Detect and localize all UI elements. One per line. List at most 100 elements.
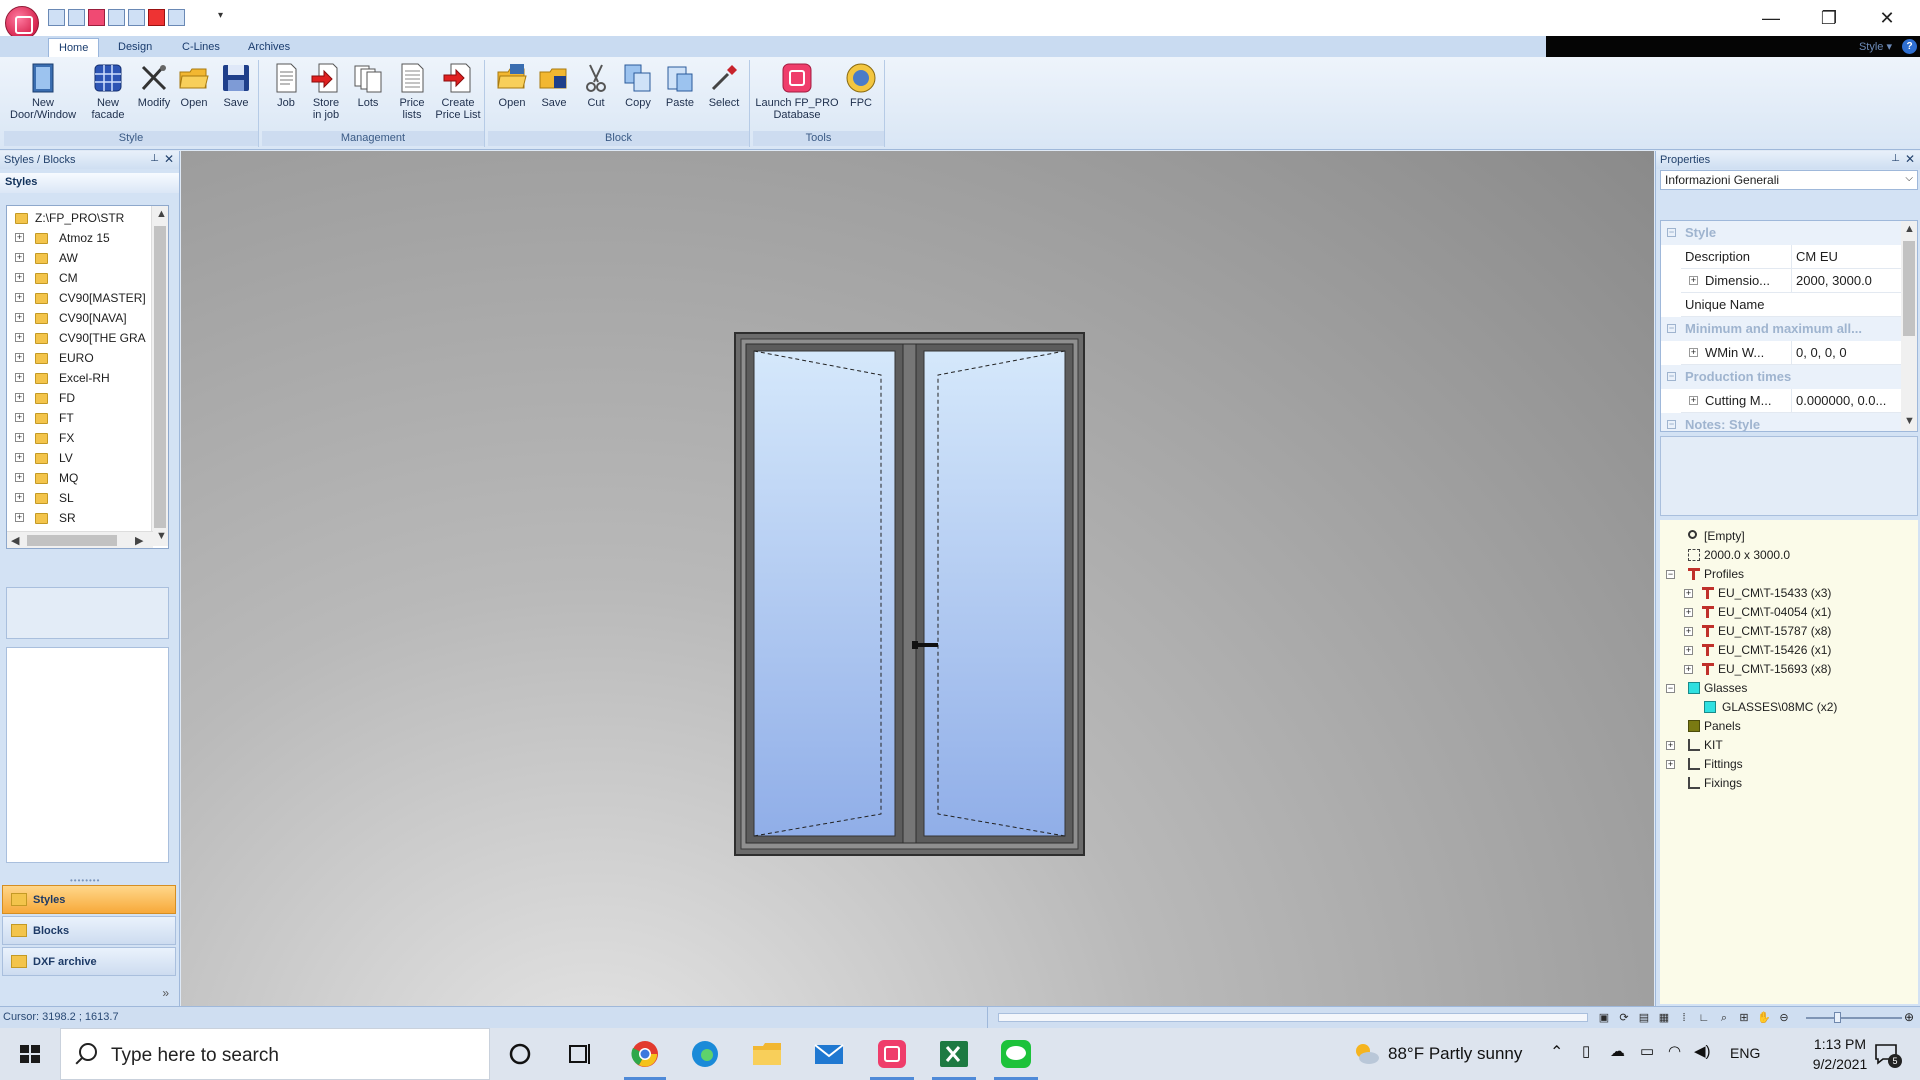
tree-panels[interactable]: Panels — [1688, 717, 1741, 736]
maximize-button[interactable]: ❐ — [1800, 0, 1858, 36]
show-hidden-icons-chevron[interactable]: ⌃ — [1550, 1042, 1563, 1062]
scroll-thumb-horizontal[interactable] — [27, 535, 117, 546]
block-save-button[interactable]: Save — [534, 62, 574, 109]
expand-icon[interactable]: + — [1689, 276, 1698, 285]
minimize-button[interactable]: — — [1742, 0, 1800, 36]
tree-item[interactable]: + LV — [7, 448, 153, 468]
tree-kit[interactable]: + KIT — [1666, 736, 1723, 755]
expand-icon[interactable]: + — [15, 413, 24, 422]
nav-blocks-button[interactable]: Blocks — [2, 916, 176, 945]
scroll-up-icon[interactable]: ▲ — [1904, 223, 1915, 235]
style-open-button[interactable]: Open — [174, 62, 214, 109]
collapse-icon[interactable]: − — [1667, 324, 1676, 333]
more-options-chevron-icon[interactable]: » — [162, 986, 169, 1000]
tree-root[interactable]: Z:\FP_PRO\STR — [7, 208, 157, 228]
redraw-icon[interactable]: ⟳ — [1616, 1011, 1632, 1025]
tree-vertical-scrollbar[interactable]: ▲ ▼ — [151, 206, 168, 546]
grid-icon[interactable]: ▦ — [1656, 1011, 1672, 1025]
qat-new-icon[interactable] — [48, 9, 65, 26]
cut-button[interactable]: Cut — [576, 62, 616, 109]
tree-item[interactable]: + MQ — [7, 468, 153, 488]
fpc-button[interactable]: FPC — [841, 62, 881, 109]
copy-button[interactable]: Copy — [618, 62, 658, 109]
expand-icon[interactable]: + — [15, 333, 24, 342]
file-explorer-icon[interactable] — [750, 1038, 784, 1070]
tab-design[interactable]: Design — [108, 38, 162, 57]
category-min-max[interactable]: − Minimum and maximum all... — [1661, 317, 1901, 341]
tree-item[interactable]: + SL — [7, 488, 153, 508]
property-grid-scrollbar[interactable]: ▲ ▼ — [1901, 221, 1917, 431]
expand-icon[interactable]: + — [15, 493, 24, 502]
scroll-down-icon[interactable]: ▼ — [1904, 415, 1915, 427]
expand-icon[interactable]: + — [15, 453, 24, 462]
expand-icon[interactable]: + — [1666, 760, 1675, 769]
cortana-icon[interactable] — [503, 1038, 537, 1070]
zoom-slider-track[interactable] — [1806, 1017, 1902, 1019]
tree-item[interactable]: + FX — [7, 428, 153, 448]
speaker-icon[interactable]: ◀) — [1694, 1042, 1711, 1062]
prop-row-unique-name[interactable]: Unique Name — [1681, 293, 1901, 317]
prop-row-dimension[interactable]: + Dimensio... 2000, 3000.0 — [1681, 269, 1901, 293]
expand-icon[interactable]: + — [15, 373, 24, 382]
close-panel-icon[interactable]: ✕ — [164, 152, 174, 166]
expand-icon[interactable]: + — [1666, 741, 1675, 750]
tree-profile-item[interactable]: + EU_CM\T-15426 (x1) — [1684, 641, 1831, 660]
scroll-down-icon[interactable]: ▼ — [156, 530, 167, 542]
collapse-icon[interactable]: − — [1666, 570, 1675, 579]
tree-item[interactable]: + EURO — [7, 348, 153, 368]
close-button[interactable]: ✕ — [1858, 0, 1916, 36]
tree-empty[interactable]: [Empty] — [1688, 527, 1745, 546]
nav-styles-button[interactable]: Styles — [2, 885, 176, 914]
expand-icon[interactable]: + — [1684, 589, 1693, 598]
language-indicator[interactable]: ENG — [1730, 1045, 1760, 1065]
tree-profile-item[interactable]: + EU_CM\T-15787 (x8) — [1684, 622, 1831, 641]
chrome-icon[interactable] — [628, 1038, 662, 1070]
expand-icon[interactable]: + — [15, 473, 24, 482]
scroll-thumb[interactable] — [1903, 241, 1915, 336]
properties-close-icon[interactable]: ✕ — [1905, 152, 1915, 166]
job-button[interactable]: Job — [266, 62, 306, 109]
tree-item[interactable]: + SR — [7, 508, 153, 528]
prop-row-wmin[interactable]: + WMin W... 0, 0, 0, 0 — [1681, 341, 1901, 365]
scroll-up-icon[interactable]: ▲ — [156, 208, 167, 220]
tree-item[interactable]: + FD — [7, 388, 153, 408]
expand-icon[interactable]: + — [1684, 608, 1693, 617]
new-door-window-button[interactable]: New Door/Window — [10, 62, 76, 121]
zoom-out-icon[interactable]: ⊖ — [1776, 1011, 1792, 1025]
prop-row-description[interactable]: Description CM EU — [1681, 245, 1901, 269]
tree-item[interactable]: + CV90[THE GRA — [7, 328, 153, 348]
expand-icon[interactable]: + — [15, 273, 24, 282]
properties-category-select[interactable]: Informazioni Generali ⌵ — [1660, 170, 1918, 190]
modify-button[interactable]: Modify — [132, 62, 176, 109]
weather-text[interactable]: 88°F Partly sunny — [1388, 1044, 1522, 1064]
door-handle[interactable] — [916, 643, 938, 647]
tree-item[interactable]: + CM — [7, 268, 153, 288]
expand-icon[interactable]: + — [15, 393, 24, 402]
expand-icon[interactable]: + — [15, 353, 24, 362]
expand-icon[interactable]: + — [15, 313, 24, 322]
tree-horizontal-scrollbar[interactable]: ◀ ▶ — [7, 531, 153, 548]
zoom-slider-thumb[interactable] — [1834, 1012, 1841, 1023]
expand-icon[interactable]: + — [15, 513, 24, 522]
expand-icon[interactable]: + — [15, 253, 24, 262]
qat-resize-icon[interactable] — [128, 9, 145, 26]
help-icon[interactable]: ? — [1902, 39, 1917, 54]
collapse-icon[interactable]: − — [1666, 684, 1675, 693]
notification-center-icon[interactable]: 5 — [1874, 1042, 1902, 1068]
drawing-canvas[interactable] — [181, 151, 1654, 1006]
tree-profile-item[interactable]: + EU_CM\T-04054 (x1) — [1684, 603, 1831, 622]
left-glass[interactable] — [753, 350, 896, 837]
print-icon[interactable]: ▤ — [1636, 1011, 1652, 1025]
properties-pin-icon[interactable]: ⊥ — [1891, 153, 1900, 164]
block-open-button[interactable]: Open — [492, 62, 532, 109]
wifi-icon[interactable]: ◠ — [1668, 1042, 1681, 1062]
tree-fittings[interactable]: + Fittings — [1666, 755, 1743, 774]
tree-item[interactable]: + FT — [7, 408, 153, 428]
start-button[interactable] — [0, 1028, 60, 1080]
excel-icon[interactable] — [937, 1038, 971, 1070]
new-facade-button[interactable]: New facade — [84, 62, 132, 121]
expand-icon[interactable]: + — [15, 293, 24, 302]
fp-pro-app-icon[interactable] — [875, 1038, 909, 1070]
select-button[interactable]: Select — [702, 62, 746, 109]
scroll-left-icon[interactable]: ◀ — [11, 534, 19, 547]
